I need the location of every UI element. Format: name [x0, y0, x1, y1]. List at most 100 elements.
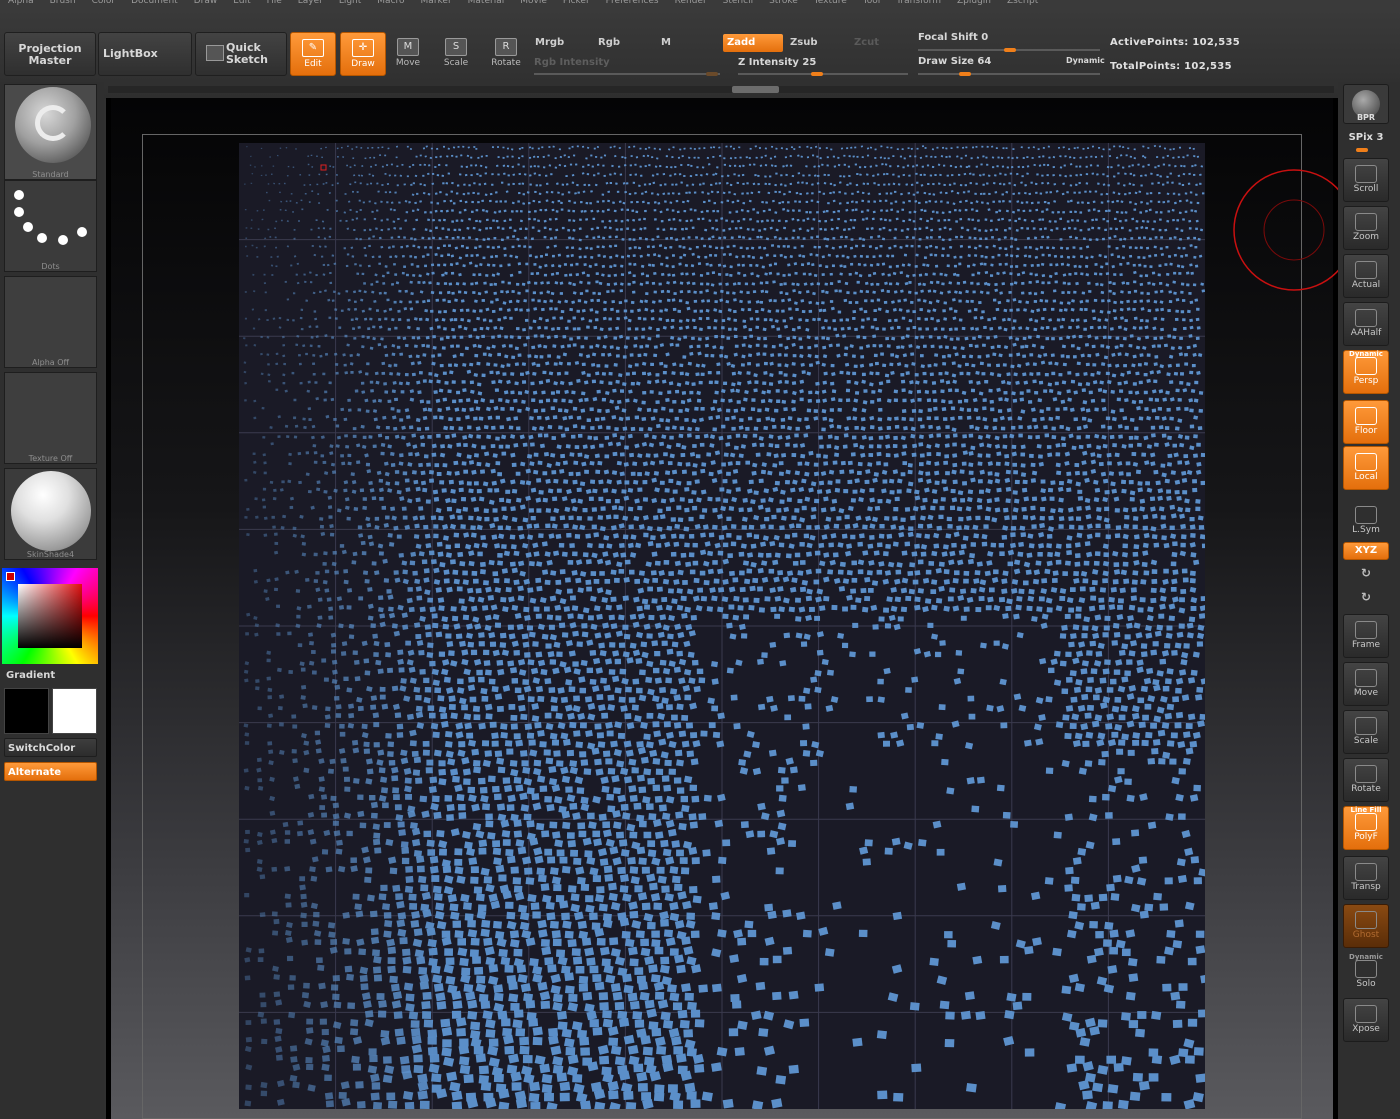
zadd-button[interactable]: Zadd [723, 34, 783, 52]
mesh-tile [883, 300, 888, 304]
mesh-tile [621, 255, 625, 259]
mesh-tile [1056, 470, 1062, 476]
dynamic-toggle[interactable]: Dynamic [1066, 56, 1105, 65]
mesh-tile [1124, 398, 1129, 403]
mesh-tile [791, 236, 795, 240]
mesh-tile [774, 444, 780, 448]
mesh-tile [1029, 272, 1033, 276]
scrollbar-thumb[interactable] [732, 86, 779, 93]
mesh-tile [1113, 217, 1117, 221]
m-button[interactable]: M [657, 34, 717, 52]
menu-transform[interactable]: Transform [888, 0, 949, 9]
rgb-intensity-knob[interactable] [706, 72, 718, 76]
rgb-intensity-slider[interactable]: Rgb Intensity [534, 57, 610, 68]
zcut-button[interactable]: Zcut [850, 34, 910, 52]
color-picker-field[interactable] [18, 584, 82, 648]
menu-light[interactable]: Light [331, 0, 369, 9]
menu-zplugin[interactable]: Zplugin [949, 0, 999, 9]
mesh-tile [1043, 201, 1047, 204]
mesh-tile [263, 471, 267, 475]
horizontal-scrollbar[interactable] [108, 86, 1334, 93]
mesh-viewport[interactable] [239, 143, 1205, 1109]
mesh-tile [783, 407, 788, 412]
menu-zscript[interactable]: Zscript [999, 0, 1046, 9]
mesh-tile [922, 344, 927, 348]
scale-tool-button[interactable]: S Scale [433, 32, 479, 76]
menu-texture[interactable]: Texture [806, 0, 855, 9]
mesh-tile [982, 398, 987, 402]
projection-master-button[interactable]: Projection Master [4, 32, 96, 76]
rotate-tool-button[interactable]: R Rotate [483, 32, 529, 76]
draw-size-knob[interactable] [959, 72, 971, 76]
lightbox-button[interactable]: LightBox [98, 32, 192, 76]
menu-file[interactable]: File [259, 0, 290, 9]
menu-document[interactable]: Document [123, 0, 186, 9]
menu-movie[interactable]: Movie [512, 0, 555, 9]
menu-alpha[interactable]: Alpha [0, 0, 42, 9]
alpha-selector[interactable]: Alpha Off [4, 276, 97, 368]
focal-shift-knob[interactable] [1004, 48, 1016, 52]
mesh-tile [918, 434, 924, 440]
main-color-swatch[interactable] [52, 688, 97, 734]
focal-shift-slider[interactable]: Focal Shift 0 [918, 32, 988, 43]
material-selector[interactable]: SkinShade4 [4, 468, 97, 560]
menu-render[interactable]: Render [667, 0, 715, 9]
mesh-tile [344, 193, 347, 195]
z-intensity-knob[interactable] [811, 72, 823, 76]
mesh-tile [1021, 165, 1025, 169]
menu-macro[interactable]: Macro [369, 0, 412, 9]
mesh-tile [540, 254, 544, 258]
alternate-button[interactable]: Alternate [4, 762, 97, 781]
mesh-tile [1012, 192, 1016, 195]
menu-marker[interactable]: Marker [413, 0, 460, 9]
mesh-tile [697, 262, 702, 266]
menu-stroke[interactable]: Stroke [761, 0, 806, 9]
mesh-tile [437, 163, 441, 167]
mesh-tile [685, 272, 689, 276]
mesh-tile [1119, 273, 1123, 277]
menu-stencil[interactable]: Stencil [715, 0, 761, 9]
brush-selector[interactable]: Standard [4, 84, 97, 180]
mesh-tile [1154, 253, 1158, 257]
mesh-tile [555, 271, 559, 275]
mesh-tile [1166, 372, 1171, 377]
edit-tool-button[interactable]: ✎ Edit [290, 32, 336, 76]
switch-color-button[interactable]: SwitchColor [4, 738, 97, 757]
draw-size-slider[interactable]: Draw Size 64 [918, 56, 991, 67]
quick-sketch-button[interactable]: Quick Sketch [195, 32, 287, 76]
menu-color[interactable]: Color [84, 0, 124, 9]
mrgb-button[interactable]: Mrgb [531, 34, 591, 52]
mesh-tile [1105, 272, 1110, 276]
menu-edit[interactable]: Edit [225, 0, 258, 9]
mesh-tile [1198, 408, 1204, 413]
mesh-tile [751, 398, 756, 402]
menu-layer[interactable]: Layer [290, 0, 331, 9]
mesh-tile [1172, 280, 1177, 284]
color-picker[interactable] [2, 568, 98, 664]
gradient-toggle[interactable]: Gradient [6, 670, 55, 681]
mesh-tile [436, 471, 442, 477]
texture-selector[interactable]: Texture Off [4, 372, 97, 464]
mesh-tile [714, 182, 718, 185]
mesh-tile [310, 336, 314, 339]
stroke-selector[interactable]: Dots [4, 180, 97, 272]
rgb-button[interactable]: Rgb [594, 34, 654, 52]
mesh-tile [335, 199, 338, 202]
mesh-tile [811, 154, 815, 157]
menu-preferences[interactable]: Preferences [598, 0, 667, 9]
menu-brush[interactable]: Brush [42, 0, 84, 9]
draw-tool-button[interactable]: ✛ Draw [340, 32, 386, 76]
mesh-tile [853, 364, 858, 368]
z-intensity-slider[interactable]: Z Intensity 25 [738, 57, 816, 68]
zsub-button[interactable]: Zsub [786, 34, 846, 52]
menu-picker[interactable]: Picker [555, 0, 598, 9]
mesh-tile [389, 372, 394, 376]
menu-draw[interactable]: Draw [186, 0, 226, 9]
secondary-color-swatch[interactable] [4, 688, 49, 734]
menu-material[interactable]: Material [460, 0, 513, 9]
mesh-tile [941, 282, 945, 286]
mesh-tile [1078, 334, 1083, 339]
mesh-tile [964, 398, 969, 403]
menu-tool[interactable]: Tool [855, 0, 888, 9]
move-tool-button[interactable]: M Move [385, 32, 431, 76]
